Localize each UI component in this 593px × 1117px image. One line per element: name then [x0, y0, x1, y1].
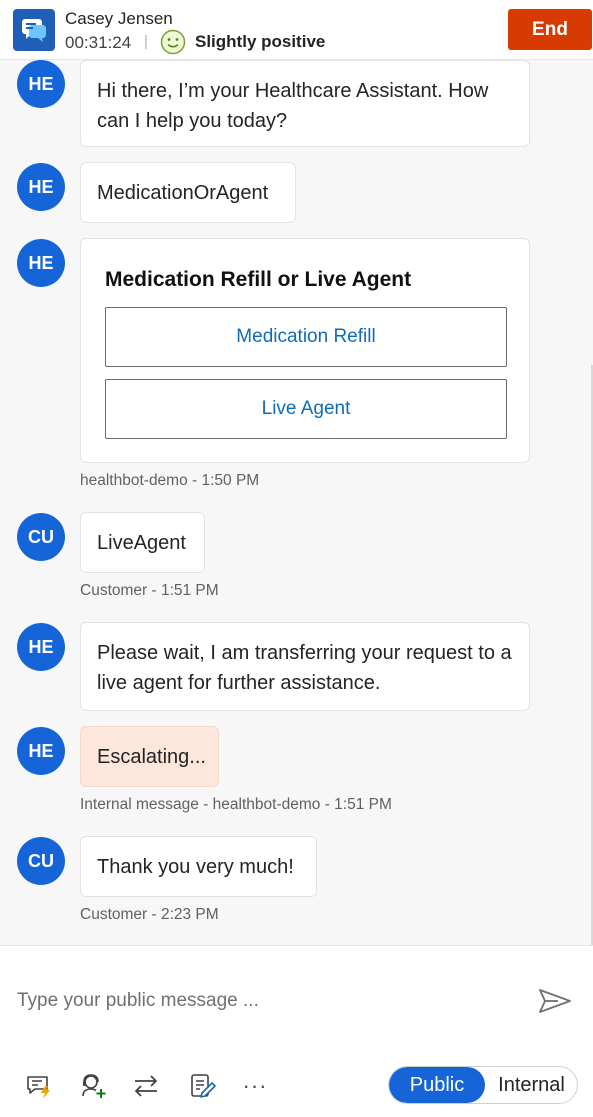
avatar: HE	[17, 727, 65, 775]
avatar: CU	[17, 837, 65, 885]
message-meta: Customer - 1:51 PM	[80, 582, 219, 599]
message-text: Please wait, I am transferring your requ…	[97, 642, 512, 694]
adaptive-card: Medication Refill or Live Agent Medicati…	[80, 238, 530, 463]
bot-message: Hi there, I’m your Healthcare Assistant.…	[80, 60, 530, 147]
header-separator: |	[144, 33, 148, 50]
message-text: MedicationOrAgent	[97, 182, 269, 204]
message-mode-toggle[interactable]: Public Internal	[388, 1066, 578, 1104]
sentiment-label: Slightly positive	[195, 32, 326, 51]
bot-message: MedicationOrAgent	[80, 162, 296, 223]
message-meta: healthbot-demo - 1:50 PM	[80, 472, 260, 489]
card-title: Medication Refill or Live Agent	[105, 268, 412, 291]
message-text: Escalating...	[97, 746, 206, 768]
medication-refill-button[interactable]: Medication Refill	[105, 307, 507, 367]
message-meta: Customer - 2:23 PM	[80, 906, 219, 923]
end-conversation-button[interactable]: End	[508, 9, 592, 50]
notes-icon[interactable]	[187, 1071, 217, 1101]
slightly-positive-face-icon	[160, 29, 186, 55]
chat-app-icon	[13, 9, 55, 51]
public-mode-button[interactable]: Public	[389, 1067, 485, 1103]
customer-message: LiveAgent	[80, 512, 205, 573]
more-icon[interactable]: ···	[240, 1071, 270, 1101]
avatar: HE	[17, 623, 65, 671]
internal-message: Escalating...	[80, 726, 219, 787]
message-text: LiveAgent	[97, 532, 186, 554]
quick-replies-icon[interactable]	[24, 1071, 54, 1101]
message-composer: ··· Public Internal	[0, 945, 593, 1117]
avatar: CU	[17, 513, 65, 561]
message-input[interactable]	[17, 986, 517, 1016]
avatar: HE	[17, 239, 65, 287]
message-meta: Internal message - healthbot-demo - 1:51…	[80, 796, 392, 813]
customer-name: Casey Jensen	[65, 9, 173, 28]
conversation-header: Casey Jensen 00:31:24 | Slightly positiv…	[0, 0, 593, 60]
transfer-icon[interactable]	[131, 1071, 161, 1101]
internal-mode-button[interactable]: Internal	[485, 1067, 577, 1103]
chat-transcript[interactable]: HE Hi there, I’m your Healthcare Assista…	[0, 60, 593, 1005]
consult-icon[interactable]	[78, 1071, 108, 1101]
customer-message: Thank you very much!	[80, 836, 317, 897]
message-text: Hi there, I’m your Healthcare Assistant.…	[97, 80, 489, 132]
avatar: HE	[17, 60, 65, 108]
send-icon[interactable]	[538, 988, 572, 1014]
message-text: Thank you very much!	[97, 856, 294, 878]
live-agent-button[interactable]: Live Agent	[105, 379, 507, 439]
avatar: HE	[17, 163, 65, 211]
conversation-timer: 00:31:24	[65, 33, 132, 52]
bot-message: Please wait, I am transferring your requ…	[80, 622, 530, 711]
